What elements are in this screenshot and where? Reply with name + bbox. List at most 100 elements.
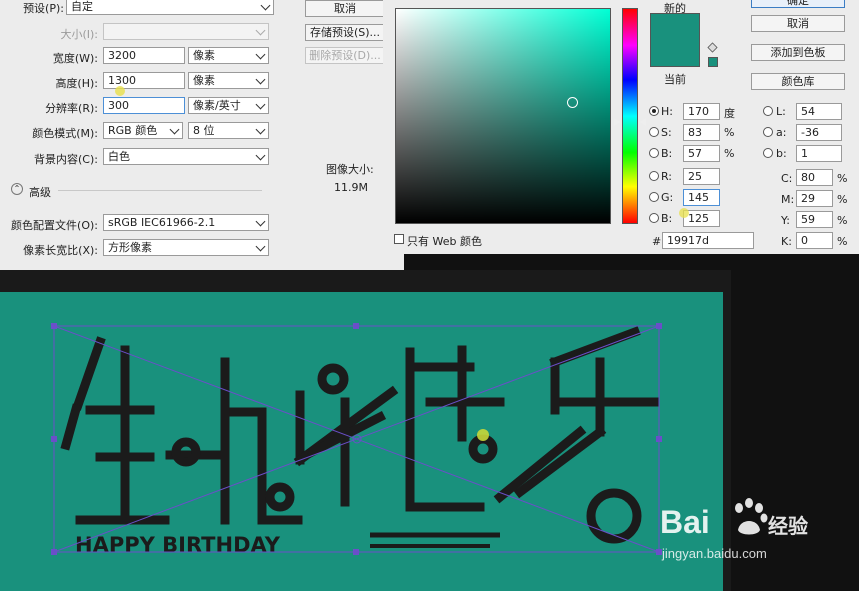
lab-b-input[interactable]: 1 — [796, 145, 842, 162]
yellow-unit: % — [837, 214, 848, 227]
green-radio[interactable] — [649, 192, 659, 202]
brightness-radio[interactable] — [649, 148, 659, 158]
width-label: 宽度(W): — [52, 52, 98, 65]
artwork-subtitle: HAPPY BIRTHDAY — [75, 533, 281, 557]
preset-value: 自定 — [71, 0, 93, 13]
web-safe-swatch[interactable] — [708, 57, 718, 67]
height-unit-select[interactable]: 像素 — [188, 72, 269, 89]
width-input[interactable]: 3200 — [103, 47, 185, 64]
hue-slider-right-arrow[interactable] — [640, 118, 646, 126]
color-mode-select[interactable]: RGB 颜色 — [103, 122, 183, 139]
saturation-input[interactable]: 83 — [683, 124, 720, 141]
pixel-aspect-select[interactable]: 方形像素 — [103, 239, 269, 256]
lab-l-radio[interactable] — [763, 106, 773, 116]
size-label: 大小(I): — [60, 28, 98, 41]
resolution-unit-select[interactable]: 像素/英寸 — [188, 97, 269, 114]
resolution-label: 分辨率(R): — [45, 102, 98, 115]
web-colors-only-checkbox[interactable] — [394, 234, 404, 244]
hex-prefix: # — [652, 235, 662, 248]
color-selection-marker[interactable] — [567, 97, 578, 108]
lab-a-radio[interactable] — [763, 127, 773, 137]
chevron-down-icon — [255, 74, 266, 85]
height-label: 高度(H): — [55, 77, 98, 90]
cyan-input[interactable]: 80 — [796, 169, 833, 186]
hue-radio[interactable] — [649, 106, 659, 116]
chevron-down-icon — [255, 99, 266, 110]
current-color-swatch[interactable] — [650, 40, 700, 67]
pixel-aspect-value: 方形像素 — [108, 241, 152, 254]
preset-label: 预设(P): — [23, 2, 64, 15]
color-mode-value: RGB 颜色 — [108, 124, 158, 137]
yellow-input[interactable]: 59 — [796, 211, 833, 228]
cyan-label: C: — [781, 172, 793, 185]
width-unit-select[interactable]: 像素 — [188, 47, 269, 64]
color-profile-label: 颜色配置文件(O): — [11, 219, 98, 232]
green-input[interactable]: 145 — [683, 189, 720, 206]
red-input[interactable]: 25 — [683, 168, 720, 185]
resolution-input[interactable]: 300 — [103, 97, 185, 114]
lab-a-label: a: — [776, 126, 787, 139]
web-colors-only-label: 只有 Web 颜色 — [407, 235, 482, 248]
black-unit: % — [837, 235, 848, 248]
red-radio[interactable] — [649, 171, 659, 181]
lab-l-label: L: — [776, 105, 786, 118]
saturation-radio[interactable] — [649, 127, 659, 137]
baidu-paw-icon — [735, 498, 768, 535]
red-label: R: — [661, 170, 673, 183]
cancel-button[interactable]: 取消 — [305, 0, 385, 17]
magenta-label: M: — [781, 193, 795, 206]
yellow-label: Y: — [781, 214, 790, 227]
chevron-down-icon — [255, 124, 266, 135]
document-canvas[interactable]: HAPPY BIRTHDAY — [0, 292, 723, 591]
size-select[interactable] — [103, 23, 269, 40]
expand-advanced-icon[interactable]: ⌃ — [11, 183, 23, 195]
blue-label: B: — [661, 212, 673, 225]
watermark-brand-cn: 经验 — [768, 514, 808, 538]
cursor-highlight — [679, 208, 689, 218]
hex-input[interactable]: 19917d — [662, 232, 754, 249]
watermark-url: jingyan.baidu.com — [662, 546, 767, 561]
bit-depth-select[interactable]: 8 位 — [188, 122, 269, 139]
black-input[interactable]: 0 — [796, 232, 833, 249]
delete-preset-button[interactable]: 删除预设(D)... — [305, 47, 385, 64]
lab-l-input[interactable]: 54 — [796, 103, 842, 120]
save-preset-button[interactable]: 存储预设(S)... — [305, 24, 385, 41]
background-select[interactable]: 白色 — [103, 148, 269, 165]
chevron-down-icon — [255, 150, 266, 161]
baidu-jingyan-watermark: Bai 经验 jingyan.baidu.com — [660, 496, 859, 566]
saturation-brightness-field[interactable] — [395, 8, 611, 224]
color-libraries-button[interactable]: 颜色库 — [751, 73, 845, 90]
pixel-aspect-label: 像素长宽比(X): — [23, 244, 98, 257]
chevron-down-icon — [260, 0, 271, 11]
lab-a-input[interactable]: -36 — [796, 124, 842, 141]
watermark-brand: Bai — [660, 504, 710, 540]
black-label: K: — [781, 235, 792, 248]
add-to-swatches-button[interactable]: 添加到色板 — [751, 44, 845, 61]
color-profile-value: sRGB IEC61966-2.1 — [108, 216, 216, 229]
brightness-unit: % — [724, 147, 735, 160]
saturation-label: S: — [661, 126, 672, 139]
hue-slider[interactable] — [622, 8, 638, 224]
hue-slider-left-arrow[interactable] — [614, 118, 620, 126]
width-unit-value: 像素 — [193, 49, 215, 62]
magenta-input[interactable]: 29 — [796, 190, 833, 207]
cursor-highlight — [115, 86, 125, 96]
blue-radio[interactable] — [649, 213, 659, 223]
chevron-down-icon — [255, 216, 266, 227]
new-color-swatch — [650, 13, 700, 40]
picker-cancel-button[interactable]: 取消 — [751, 15, 845, 32]
hue-input[interactable]: 170 — [683, 103, 720, 120]
hue-unit: 度 — [724, 107, 735, 120]
preset-select[interactable]: 自定 — [66, 0, 274, 15]
lab-b-radio[interactable] — [763, 148, 773, 158]
background-label: 背景内容(C): — [34, 153, 98, 166]
chevron-down-icon — [169, 124, 180, 135]
green-label: G: — [661, 191, 674, 204]
color-profile-select[interactable]: sRGB IEC61966-2.1 — [103, 214, 269, 231]
birthday-artwork: HAPPY BIRTHDAY — [51, 323, 662, 557]
brightness-input[interactable]: 57 — [683, 145, 720, 162]
height-input[interactable]: 1300 — [103, 72, 185, 89]
chevron-down-icon — [255, 241, 266, 252]
advanced-divider — [58, 190, 262, 191]
ok-button[interactable]: 确定 — [751, 0, 845, 8]
